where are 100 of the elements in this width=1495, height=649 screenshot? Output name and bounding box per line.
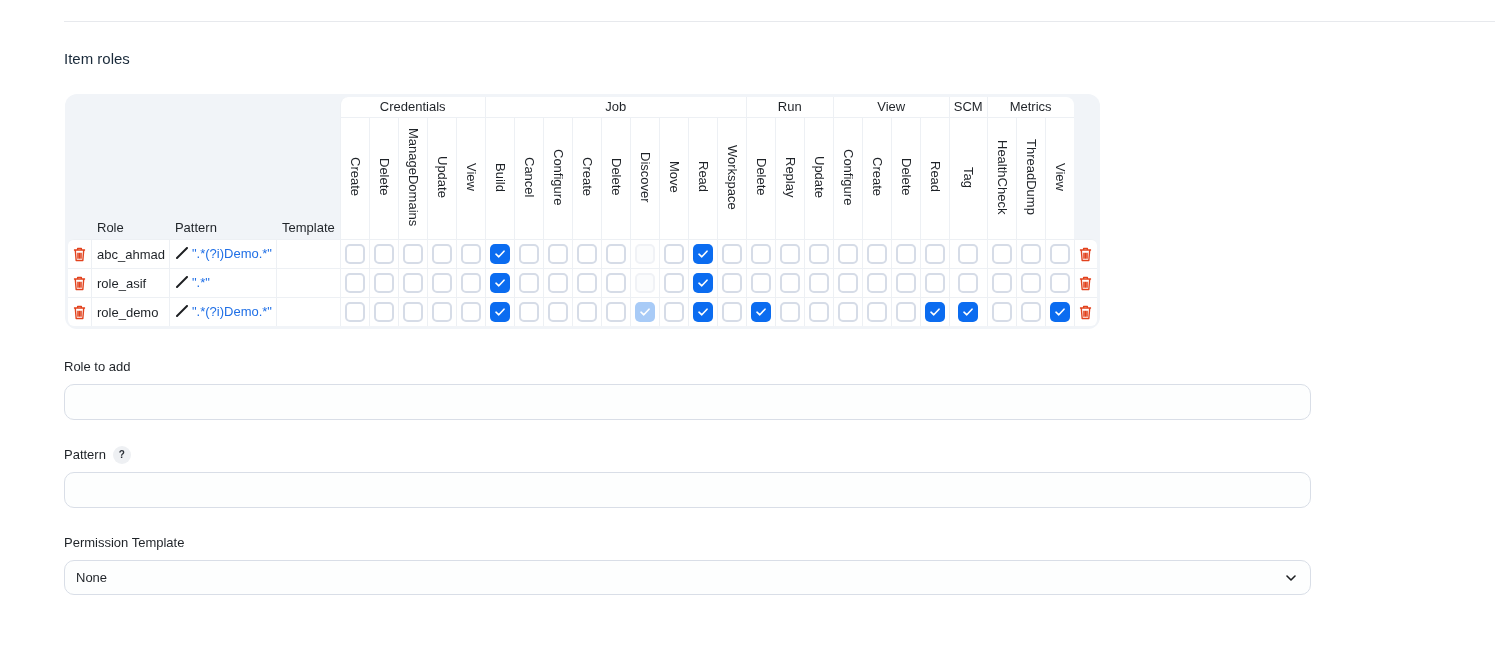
checkbox[interactable]: [605, 244, 626, 264]
checkbox[interactable]: [924, 273, 945, 293]
checkbox[interactable]: [1049, 273, 1070, 293]
checkbox[interactable]: [605, 273, 626, 293]
trash-icon[interactable]: [73, 304, 86, 320]
help-button[interactable]: ?: [112, 446, 131, 464]
checkbox[interactable]: [431, 244, 452, 264]
checkbox[interactable]: [431, 302, 452, 322]
trash-icon[interactable]: [73, 275, 86, 291]
checkbox[interactable]: [721, 273, 742, 293]
checkbox[interactable]: [547, 273, 568, 293]
checkbox[interactable]: [692, 244, 713, 264]
checkbox[interactable]: [750, 302, 771, 322]
checkbox[interactable]: [837, 244, 858, 264]
checkbox[interactable]: [721, 302, 742, 322]
checkbox[interactable]: [373, 244, 394, 264]
check-icon: [963, 308, 974, 316]
checkbox[interactable]: [518, 273, 539, 293]
permission-header: View: [1051, 163, 1068, 191]
checkbox[interactable]: [991, 302, 1012, 322]
checkbox[interactable]: [808, 244, 829, 264]
text-field[interactable]: [64, 384, 1311, 420]
checkbox[interactable]: [344, 302, 365, 322]
checkbox[interactable]: [373, 302, 394, 322]
checkbox[interactable]: [779, 244, 800, 264]
text-field[interactable]: [64, 472, 1311, 508]
checkbox[interactable]: [663, 273, 684, 293]
checkbox[interactable]: [402, 273, 423, 293]
checkbox[interactable]: [866, 244, 887, 264]
checkbox[interactable]: [692, 273, 713, 293]
dropdown-field[interactable]: None: [64, 560, 1311, 595]
trash-icon[interactable]: [73, 246, 86, 262]
checkbox[interactable]: [605, 302, 626, 322]
pen-icon[interactable]: [175, 276, 188, 289]
checkbox[interactable]: [895, 244, 916, 264]
checkbox[interactable]: [808, 273, 829, 293]
permission-header: Read: [694, 161, 711, 193]
checkbox[interactable]: [431, 273, 452, 293]
checkbox[interactable]: [1020, 273, 1041, 293]
checkbox[interactable]: [924, 244, 945, 264]
checkbox[interactable]: [895, 273, 916, 293]
checkbox[interactable]: [663, 244, 684, 264]
checkbox[interactable]: [958, 302, 979, 322]
trash-icon[interactable]: [1079, 246, 1093, 262]
checkbox[interactable]: [663, 302, 684, 322]
checkbox[interactable]: [895, 302, 916, 322]
checkbox[interactable]: [750, 273, 771, 293]
checkbox[interactable]: [837, 302, 858, 322]
pen-icon[interactable]: [175, 305, 188, 318]
checkbox[interactable]: [721, 244, 742, 264]
checkbox[interactable]: [547, 302, 568, 322]
check-icon: [494, 250, 505, 258]
checkbox[interactable]: [344, 244, 365, 264]
checkbox[interactable]: [779, 302, 800, 322]
checkbox[interactable]: [402, 244, 423, 264]
checkbox[interactable]: [576, 244, 597, 264]
checkbox[interactable]: [958, 273, 979, 293]
pattern-link[interactable]: ".*": [191, 274, 210, 290]
permission-header: Delete: [897, 158, 914, 196]
check-icon: [639, 308, 650, 316]
column-header: Pattern: [174, 220, 217, 235]
checkbox[interactable]: [344, 273, 365, 293]
checkbox[interactable]: [1049, 244, 1070, 264]
checkbox[interactable]: [460, 273, 481, 293]
checkbox[interactable]: [576, 302, 597, 322]
column-header: Role: [97, 220, 124, 235]
checkbox[interactable]: [518, 244, 539, 264]
trash-icon[interactable]: [1079, 275, 1093, 291]
checkbox[interactable]: [750, 244, 771, 264]
check-icon: [494, 308, 505, 316]
permission-header: Tag: [960, 166, 977, 188]
checkbox[interactable]: [576, 273, 597, 293]
checkbox[interactable]: [460, 302, 481, 322]
trash-icon[interactable]: [1079, 304, 1093, 320]
checkbox[interactable]: [866, 273, 887, 293]
checkbox[interactable]: [1020, 302, 1041, 322]
checkbox[interactable]: [489, 302, 510, 322]
checkbox[interactable]: [991, 244, 1012, 264]
checkbox[interactable]: [958, 244, 979, 264]
checkbox[interactable]: [460, 244, 481, 264]
checkbox[interactable]: [1049, 302, 1070, 322]
column-header: Template: [282, 220, 335, 235]
permission-header: Workspace: [723, 144, 740, 210]
checkbox[interactable]: [373, 273, 394, 293]
checkbox[interactable]: [402, 302, 423, 322]
checkbox[interactable]: [991, 273, 1012, 293]
checkbox[interactable]: [866, 302, 887, 322]
checkbox[interactable]: [779, 273, 800, 293]
checkbox[interactable]: [837, 273, 858, 293]
checkbox[interactable]: [489, 273, 510, 293]
checkbox[interactable]: [808, 302, 829, 322]
checkbox[interactable]: [547, 244, 568, 264]
permission-header: Cancel: [520, 156, 537, 198]
checkbox[interactable]: [924, 302, 945, 322]
checkbox[interactable]: [1020, 244, 1041, 264]
checkbox[interactable]: [489, 244, 510, 264]
checkbox[interactable]: [692, 302, 713, 322]
permission-header: ThreadDump: [1022, 139, 1039, 215]
pen-icon[interactable]: [175, 247, 188, 260]
checkbox[interactable]: [518, 302, 539, 322]
